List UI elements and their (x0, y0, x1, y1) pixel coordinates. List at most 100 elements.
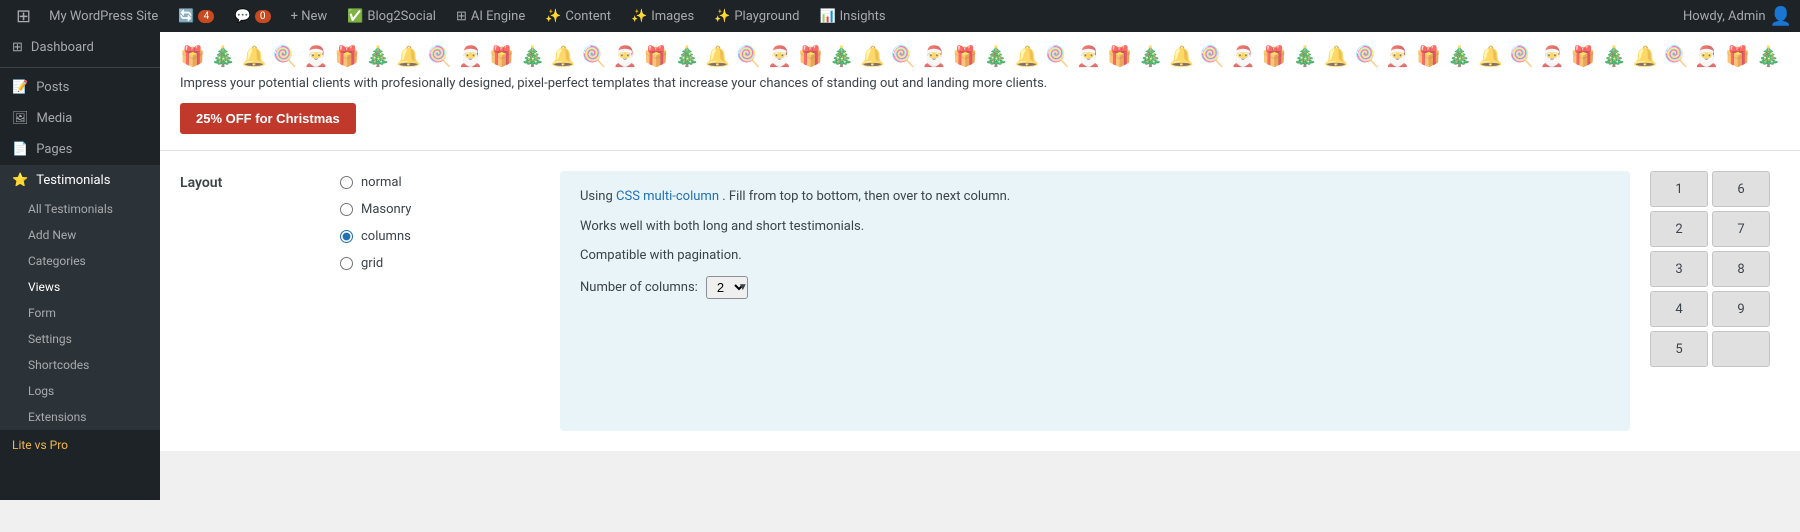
radio-grid-label: grid (361, 256, 383, 271)
sidebar-item-extensions[interactable]: Extensions (0, 404, 160, 430)
sidebar-item-dashboard[interactable]: ⊞ Dashboard (0, 32, 160, 63)
top-bar-right: Howdy, Admin 👤 (1683, 6, 1792, 27)
grid-number-button[interactable]: 2 (1650, 211, 1708, 247)
radio-option-masonry[interactable]: Masonry (340, 202, 540, 217)
shortcodes-label: Shortcodes (28, 358, 89, 372)
layout-options: normal Masonry columns grid (340, 171, 540, 431)
deco-item: 🎁 (644, 44, 669, 68)
css-multicolumn-link[interactable]: CSS multi-column (616, 189, 719, 204)
categories-label: Categories (28, 254, 86, 268)
grid-number-button[interactable]: 3 (1650, 251, 1708, 287)
sidebar-item-all-testimonials[interactable]: All Testimonials (0, 196, 160, 222)
sidebar-item-testimonials[interactable]: ⭐ Testimonials (0, 165, 160, 196)
new-button[interactable]: + New (281, 0, 338, 32)
updates-count: 4 (198, 10, 214, 23)
comments-button[interactable]: 💬 0 (224, 0, 280, 32)
grid-number-button[interactable]: 9 (1712, 291, 1770, 327)
deco-item: 🎁 (798, 44, 823, 68)
grid-number-button[interactable]: 8 (1712, 251, 1770, 287)
blog2social-nav[interactable]: ✅ Blog2Social (337, 0, 446, 32)
radio-option-normal[interactable]: normal (340, 175, 540, 190)
sidebar-item-settings[interactable]: Settings (0, 326, 160, 352)
sidebar-item-logs[interactable]: Logs (0, 378, 160, 404)
admin-avatar[interactable]: 👤 (1770, 6, 1792, 27)
playground-nav[interactable]: ✨ Playground (704, 0, 809, 32)
posts-icon: 📝 (12, 80, 28, 95)
ai-engine-icon: ⊞ (456, 9, 467, 24)
deco-item: 🎅 (922, 44, 947, 68)
grid-number-button[interactable]: 1 (1650, 171, 1708, 207)
all-testimonials-label: All Testimonials (28, 202, 113, 216)
playground-icon: ✨ (714, 9, 730, 24)
radio-grid[interactable] (340, 257, 353, 270)
media-icon: 🖼 (12, 111, 29, 126)
howdy-text: Howdy, Admin (1683, 9, 1766, 24)
layout-info-line1: Using CSS multi-column . Fill from top t… (580, 187, 1610, 207)
radio-masonry[interactable] (340, 203, 353, 216)
images-nav[interactable]: ✨ Images (621, 0, 704, 32)
deco-item: 🎄 (1293, 44, 1318, 68)
sidebar-item-add-new[interactable]: Add New (0, 222, 160, 248)
grid-number-button[interactable]: 7 (1712, 211, 1770, 247)
deco-item: 🎄 (520, 44, 545, 68)
deco-item: 🎅 (1076, 44, 1101, 68)
grid-number-button[interactable]: 5 (1650, 331, 1708, 367)
sidebar: ⊞ Dashboard 📝 Posts 🖼 Media 📄 Pages ⭐ Te… (0, 32, 160, 500)
new-label: + New (291, 9, 328, 24)
radio-columns[interactable] (340, 230, 353, 243)
comments-icon: 💬 (234, 9, 250, 24)
deco-item: 🍭 (1354, 44, 1379, 68)
wp-logo[interactable]: ⊞ (8, 0, 39, 32)
content-label: Content (565, 9, 611, 24)
sidebar-item-media[interactable]: 🖼 Media (0, 103, 160, 134)
site-name[interactable]: My WordPress Site (39, 0, 168, 32)
deco-item: 🎅 (458, 44, 483, 68)
deco-item: 🔔 (705, 44, 730, 68)
images-icon: ✨ (631, 9, 647, 24)
playground-label: Playground (734, 9, 799, 24)
radio-option-grid[interactable]: grid (340, 256, 540, 271)
radio-option-columns[interactable]: columns (340, 229, 540, 244)
col-select-label: Number of columns: (580, 280, 698, 295)
sidebar-item-views[interactable]: Views (0, 274, 160, 300)
grid-number-button[interactable] (1712, 331, 1770, 367)
add-new-label: Add New (28, 228, 76, 242)
radio-masonry-label: Masonry (361, 202, 411, 217)
updates-button[interactable]: 🔄 4 (168, 0, 224, 32)
grid-row: 38 (1650, 251, 1780, 287)
layout-section: Layout normal Masonry columns grid (160, 151, 1800, 451)
deco-item: 🎄 (1447, 44, 1472, 68)
grid-numbers: 162738495 (1650, 171, 1780, 431)
grid-number-button[interactable]: 6 (1712, 171, 1770, 207)
layout-info-line1-post: . Fill from top to bottom, then over to … (722, 189, 1010, 204)
sidebar-item-form[interactable]: Form (0, 300, 160, 326)
deco-item: 🎄 (211, 44, 236, 68)
deco-item: 🔔 (1324, 44, 1349, 68)
sidebar-item-categories[interactable]: Categories (0, 248, 160, 274)
col-count-select[interactable]: 1 2 3 4 5 6 (706, 276, 748, 299)
sidebar-item-posts[interactable]: 📝 Posts (0, 72, 160, 103)
deco-item: 🎄 (675, 44, 700, 68)
logs-label: Logs (28, 384, 54, 398)
deco-item: 🔔 (1169, 44, 1194, 68)
promo-button[interactable]: 25% OFF for Christmas (180, 103, 356, 134)
radio-normal-label: normal (361, 175, 402, 190)
deco-item: 🎁 (953, 44, 978, 68)
insights-nav[interactable]: 📊 Insights (809, 0, 895, 32)
sidebar-item-shortcodes[interactable]: Shortcodes (0, 352, 160, 378)
grid-number-button[interactable]: 4 (1650, 291, 1708, 327)
insights-icon: 📊 (819, 9, 835, 24)
sidebar-item-lite-vs-pro[interactable]: Lite vs Pro (0, 430, 160, 460)
deco-item: 🍭 (1664, 44, 1689, 68)
layout-info-line3: Compatible with pagination. (580, 246, 1610, 266)
grid-row: 5 (1650, 331, 1780, 367)
content-nav[interactable]: ✨ Content (535, 0, 621, 32)
ai-engine-nav[interactable]: ⊞ AI Engine (446, 0, 535, 32)
comments-count: 0 (255, 10, 271, 23)
sidebar-item-pages[interactable]: 📄 Pages (0, 134, 160, 165)
col-select-row: Number of columns: 1 2 3 4 5 6 ▼ (580, 276, 1610, 299)
deco-item: 🔔 (396, 44, 421, 68)
images-label: Images (651, 9, 694, 24)
settings-label: Settings (28, 332, 72, 346)
radio-normal[interactable] (340, 176, 353, 189)
